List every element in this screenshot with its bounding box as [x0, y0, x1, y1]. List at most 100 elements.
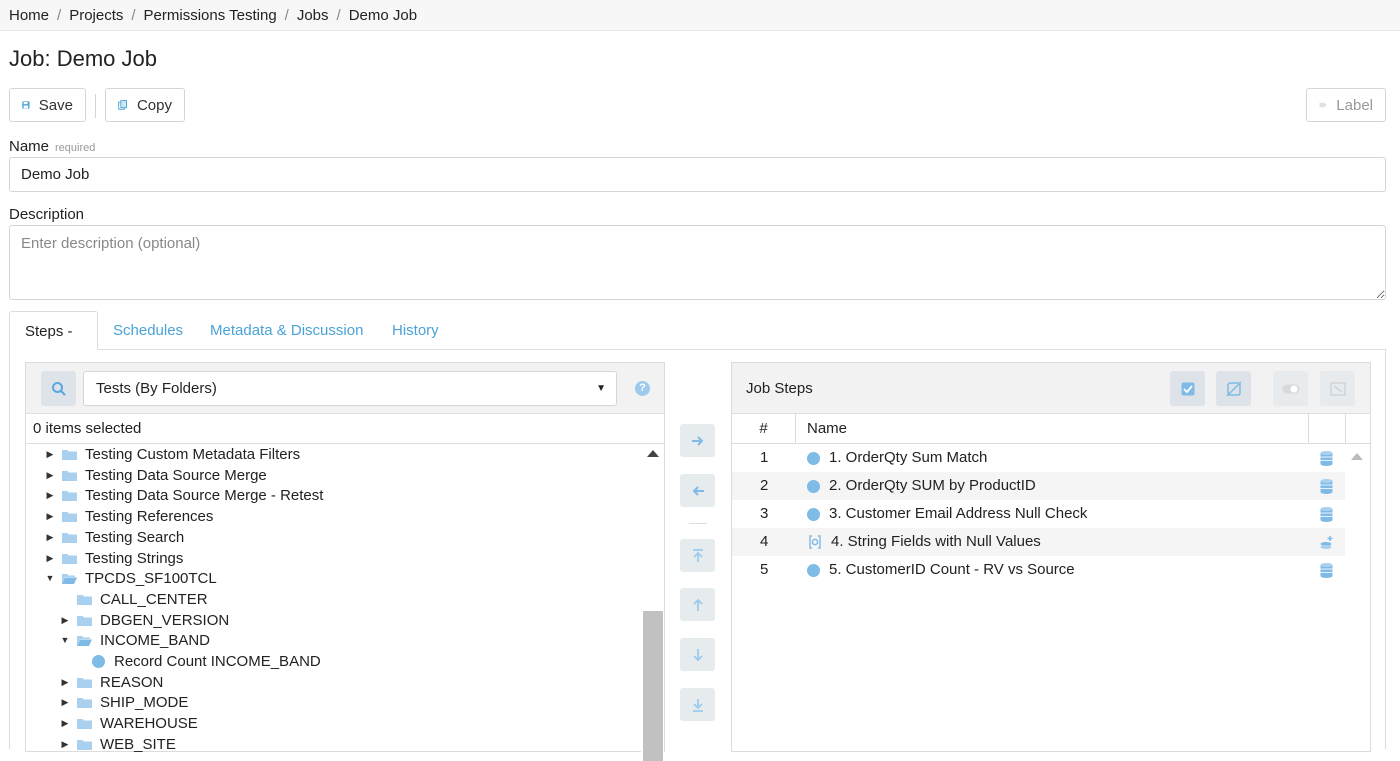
step-number: 5	[760, 561, 769, 578]
search-button[interactable]	[41, 371, 76, 406]
search-icon	[51, 381, 66, 396]
move-up-button[interactable]	[680, 588, 715, 621]
folder-icon	[77, 698, 92, 709]
tree-item-label: Testing Data Source Merge	[85, 466, 267, 484]
caret-right-icon[interactable]: ▶	[59, 610, 71, 631]
column-name[interactable]: Name	[796, 414, 1309, 444]
remove-from-job-button[interactable]	[680, 474, 715, 507]
folder-icon	[77, 615, 92, 626]
scroll-up-arrow-icon[interactable]	[647, 450, 659, 457]
toggle-button[interactable]	[1273, 371, 1308, 406]
database-add-icon	[1320, 536, 1333, 549]
gear-cog-icon	[809, 535, 821, 549]
checkbox-unchecked-icon	[1225, 380, 1242, 397]
tab-schedules[interactable]: Schedules	[98, 311, 198, 350]
column-num[interactable]: #	[732, 414, 796, 444]
required-hint: required	[55, 142, 96, 154]
tree-item-label: CALL_CENTER	[100, 590, 208, 608]
tab-steps[interactable]: Steps - 5	[9, 311, 98, 379]
tab-history[interactable]: History	[377, 311, 454, 350]
check-circle-icon	[807, 479, 820, 493]
step-name: 5. CustomerID Count - RV vs Source	[829, 561, 1075, 578]
folder-icon	[77, 677, 92, 688]
caret-down-icon[interactable]: ▼	[44, 568, 56, 589]
name-input[interactable]	[9, 157, 1386, 192]
deselect-all-button[interactable]	[1216, 371, 1251, 406]
copy-button[interactable]: Copy	[105, 88, 185, 122]
tree-item-label: DBGEN_VERSION	[100, 611, 230, 629]
breadcrumb-projects[interactable]: Projects	[69, 7, 123, 24]
move-down-button[interactable]	[680, 638, 715, 671]
copy-label: Copy	[136, 96, 172, 114]
table-row[interactable]: 3 3. Customer Email Address Null Check	[732, 500, 1345, 528]
caret-right-icon[interactable]: ▶	[44, 548, 56, 569]
tree-item[interactable]: ▼ TPCDS_SF100TCL	[44, 568, 217, 589]
description-label: Description	[9, 206, 85, 223]
caret-right-icon[interactable]: ▶	[59, 734, 71, 754]
tab-metadata-discussion[interactable]: Metadata & Discussion	[195, 311, 378, 350]
tree-item[interactable]: ▶ WEB_SITE	[59, 734, 176, 754]
job-steps-title: Job Steps	[746, 380, 813, 397]
tree-scrollbar[interactable]	[641, 444, 664, 761]
tab-bar: Steps - 5 Schedules Metadata & Discussio…	[9, 311, 1385, 379]
scroll-up-arrow-icon[interactable]	[1351, 453, 1363, 460]
select-all-button[interactable]	[1170, 371, 1205, 406]
breadcrumb-project[interactable]: Permissions Testing	[144, 7, 277, 24]
caret-right-icon[interactable]: ▶	[44, 444, 56, 465]
step-number: 2	[760, 477, 769, 494]
table-row[interactable]: 1 1. OrderQty Sum Match	[732, 444, 1345, 472]
table-row[interactable]: 5 5. CustomerID Count - RV vs Source	[732, 556, 1345, 584]
tree-item[interactable]: ▶ Testing Custom Metadata Filters	[44, 444, 301, 465]
arrow-to-bottom-icon	[692, 698, 703, 712]
folder-icon	[62, 512, 77, 523]
step-name: 4. String Fields with Null Values	[831, 533, 1041, 550]
label-button[interactable]: Label	[1306, 88, 1386, 122]
steps-scrollbar[interactable]	[1345, 444, 1370, 754]
caret-right-icon[interactable]: ▶	[44, 506, 56, 527]
folder-icon	[77, 739, 92, 750]
tree-item[interactable]: CALL_CENTER	[59, 589, 208, 610]
tree-item[interactable]: ▶ Testing Search	[44, 527, 185, 548]
help-icon[interactable]: ?	[635, 381, 650, 396]
caret-right-icon[interactable]: ▶	[44, 465, 56, 486]
description-input[interactable]	[9, 225, 1386, 300]
database-icon	[1320, 451, 1333, 466]
tree-item[interactable]: ▶ REASON	[59, 672, 164, 693]
tree-item[interactable]: ▶ WAREHOUSE	[59, 713, 198, 734]
tree-item[interactable]: ▼ INCOME_BAND	[59, 630, 211, 651]
table-row[interactable]: 4 4. String Fields with Null Values	[732, 528, 1345, 556]
breadcrumb-home[interactable]: Home	[9, 7, 49, 24]
job-steps-panel: Job Steps # Name 1 1. OrderQty Sum Match 2…	[731, 362, 1371, 752]
tree-item-label: Testing References	[85, 508, 214, 526]
tree-item-label: SHIP_MODE	[100, 694, 189, 712]
remove-selected-button[interactable]	[1320, 371, 1355, 406]
arrow-to-top-icon	[692, 548, 703, 562]
caret-right-icon[interactable]: ▶	[59, 713, 71, 734]
tree-item[interactable]: ▶ SHIP_MODE	[59, 692, 189, 713]
move-to-top-button[interactable]	[680, 539, 715, 572]
tree-item[interactable]: ▶ Testing Strings	[44, 548, 184, 569]
folder-icon	[77, 594, 92, 605]
caret-right-icon[interactable]: ▶	[59, 692, 71, 713]
breadcrumb-jobs[interactable]: Jobs	[297, 7, 329, 24]
tree-item-label: Record Count INCOME_BAND	[114, 653, 321, 670]
table-row[interactable]: 2 2. OrderQty SUM by ProductID	[732, 472, 1345, 500]
add-to-job-button[interactable]	[680, 424, 715, 457]
move-to-bottom-button[interactable]	[680, 688, 715, 721]
database-icon	[1320, 479, 1333, 494]
caret-down-icon[interactable]: ▼	[59, 630, 71, 651]
tree-item[interactable]: ▶ Testing Data Source Merge - Retest	[44, 485, 324, 506]
folder-icon	[62, 450, 77, 460]
caret-right-icon[interactable]: ▶	[44, 485, 56, 506]
tree-item[interactable]: ▶ Testing Data Source Merge	[44, 465, 267, 486]
tree-item[interactable]: ▶ Testing References	[44, 506, 214, 527]
chevron-down-icon: ▼	[596, 383, 606, 394]
tree-item-label: Testing Data Source Merge - Retest	[85, 487, 324, 505]
caret-right-icon[interactable]: ▶	[59, 672, 71, 693]
tree-item[interactable]: ▶ DBGEN_VERSION	[59, 610, 230, 631]
tree-item-label: TPCDS_SF100TCL	[85, 570, 217, 588]
caret-right-icon[interactable]: ▶	[44, 527, 56, 548]
browse-mode-select[interactable]: Tests (By Folders) ▼	[83, 371, 617, 406]
save-button[interactable]: Save	[9, 88, 86, 122]
tree-item[interactable]: Record Count INCOME_BAND	[74, 651, 321, 672]
